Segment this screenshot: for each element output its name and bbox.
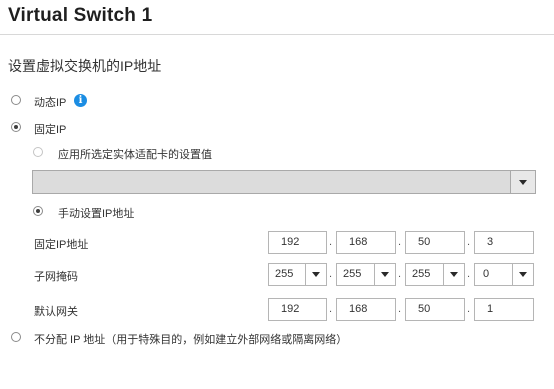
mask-separator: . <box>329 268 333 280</box>
fixed-ip-label: 固定IP <box>34 124 67 136</box>
mask-octet-4-select[interactable]: 0 <box>474 263 534 286</box>
mask-octet-2-value: 255 <box>343 268 362 280</box>
ip-separator: . <box>398 236 402 248</box>
dynamic-ip-label: 动态IP <box>34 97 67 109</box>
ip-address-label: 固定IP地址 <box>34 239 89 251</box>
radio-dynamic-ip[interactable] <box>11 95 21 105</box>
apply-adapter-label: 应用所选定实体适配卡的设置值 <box>58 149 212 161</box>
mask-separator: . <box>398 268 402 280</box>
section-heading: 设置虚拟交换机的IP地址 <box>8 58 162 74</box>
ip-octet-4[interactable]: 3 <box>474 231 534 254</box>
title-divider <box>0 34 554 35</box>
radio-no-ip[interactable] <box>11 332 21 342</box>
chevron-down-icon[interactable] <box>374 264 395 285</box>
ip-separator: . <box>329 236 333 248</box>
mask-octet-2-select[interactable]: 255 <box>336 263 396 286</box>
ip-octet-1[interactable]: 192 <box>268 231 327 254</box>
gateway-label: 默认网关 <box>34 306 78 318</box>
radio-fixed-ip[interactable] <box>11 122 21 132</box>
ip-octet-3[interactable]: 50 <box>405 231 465 254</box>
chevron-down-icon[interactable] <box>512 264 533 285</box>
gateway-octet-3[interactable]: 50 <box>405 298 465 321</box>
mask-octet-3-value: 255 <box>412 268 431 280</box>
mask-octet-4-value: 0 <box>483 268 490 280</box>
no-ip-label: 不分配 IP 地址（用于特殊目的，例如建立外部网络或隔离网络） <box>34 334 348 346</box>
chevron-down-icon[interactable] <box>510 171 535 193</box>
gateway-octet-2[interactable]: 168 <box>336 298 396 321</box>
chevron-down-icon[interactable] <box>305 264 326 285</box>
gateway-octet-4[interactable]: 1 <box>474 298 534 321</box>
gateway-separator: . <box>398 303 402 315</box>
mask-separator: . <box>467 268 471 280</box>
radio-apply-adapter[interactable] <box>33 147 43 157</box>
gateway-separator: . <box>329 303 333 315</box>
manual-ip-label: 手动设置IP地址 <box>58 208 135 220</box>
ip-octet-2[interactable]: 168 <box>336 231 396 254</box>
info-icon[interactable]: i <box>74 94 87 107</box>
gateway-octet-1[interactable]: 192 <box>268 298 327 321</box>
gateway-separator: . <box>467 303 471 315</box>
window-title: Virtual Switch 1 <box>8 5 153 26</box>
mask-octet-1-value: 255 <box>275 268 294 280</box>
ip-separator: . <box>467 236 471 248</box>
mask-octet-1-select[interactable]: 255 <box>268 263 327 286</box>
mask-octet-3-select[interactable]: 255 <box>405 263 465 286</box>
subnet-mask-label: 子网掩码 <box>34 271 78 283</box>
chevron-down-icon[interactable] <box>443 264 464 285</box>
adapter-select[interactable] <box>32 170 536 194</box>
radio-manual-ip[interactable] <box>33 206 43 216</box>
